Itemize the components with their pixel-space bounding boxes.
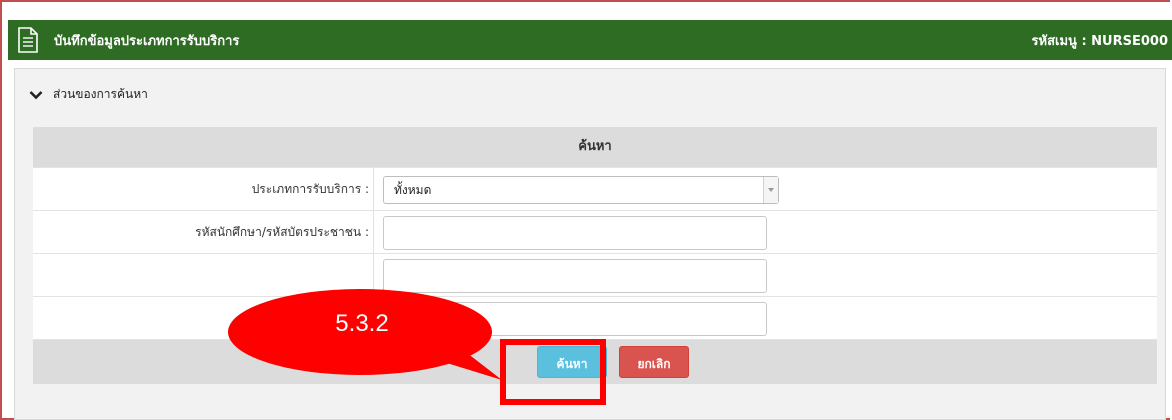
service-type-label: ประเภทการรับบริการ :: [251, 182, 369, 196]
caret-down-icon: [768, 188, 774, 192]
form-header: ค้นหา: [33, 127, 1157, 168]
service-type-select[interactable]: ทั้งหมด: [383, 176, 779, 204]
form-row-service-type: ประเภทการรับบริการ : ทั้งหมด: [33, 168, 1157, 211]
menu-code: รหัสเมนู : NURSE000: [1031, 33, 1168, 49]
callout-label: 5.3.2: [335, 310, 389, 337]
title-bar: บันทึกข้อมูลประเภทการรับบริการ รหัสเมนู …: [8, 20, 1172, 60]
callout-bubble-shape: [228, 289, 502, 380]
service-type-value: ทั้งหมด: [394, 183, 432, 197]
student-id-label: รหัสนักศึกษา/รหัสบัตรประชาชน :: [195, 225, 369, 239]
annotation-highlight-box: [500, 339, 606, 405]
student-id-input[interactable]: [383, 216, 767, 250]
page-title: บันทึกข้อมูลประเภทการรับบริการ: [54, 33, 240, 49]
row-divider: [373, 211, 374, 253]
annotation-callout: 5.3.2: [228, 288, 508, 388]
document-icon: [18, 27, 38, 53]
form-row-3: [33, 254, 1157, 297]
form-row-student-id: รหัสนักศึกษา/รหัสบัตรประชาชน :: [33, 211, 1157, 254]
chevron-down-icon: [29, 90, 43, 99]
row-divider: [373, 168, 374, 210]
section-label: ส่วนของการค้นหา: [53, 87, 148, 101]
section-toggle[interactable]: ส่วนของการค้นหา: [29, 85, 148, 104]
cancel-button[interactable]: ยกเลิก: [619, 346, 689, 378]
form-row-4: [33, 297, 1157, 340]
dropdown-toggle[interactable]: [763, 177, 778, 203]
